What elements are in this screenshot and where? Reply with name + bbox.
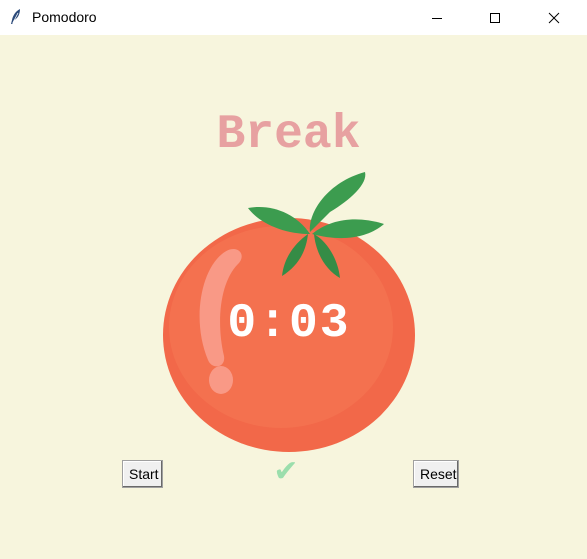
start-button[interactable]: Start [122, 460, 163, 488]
minimize-icon [432, 17, 442, 19]
maximize-button[interactable] [472, 0, 518, 35]
close-icon [548, 12, 560, 23]
app-canvas: Break 0:03 Start ✔ Reset [0, 35, 587, 559]
maximize-icon [490, 12, 500, 23]
reset-button[interactable]: Reset [413, 460, 459, 488]
feather-icon [11, 9, 20, 24]
close-button[interactable] [531, 0, 577, 35]
window-title: Pomodoro [32, 9, 97, 25]
checkmark-icon: ✔ [273, 454, 299, 489]
timer-text: 0:03 [227, 297, 351, 351]
minimize-button[interactable] [414, 0, 460, 35]
mode-label: Break [216, 108, 361, 162]
title-bar[interactable]: Pomodoro [0, 0, 587, 35]
pomodoro-window: Pomodoro Break 0:03 Start ✔ Reset [0, 0, 587, 559]
